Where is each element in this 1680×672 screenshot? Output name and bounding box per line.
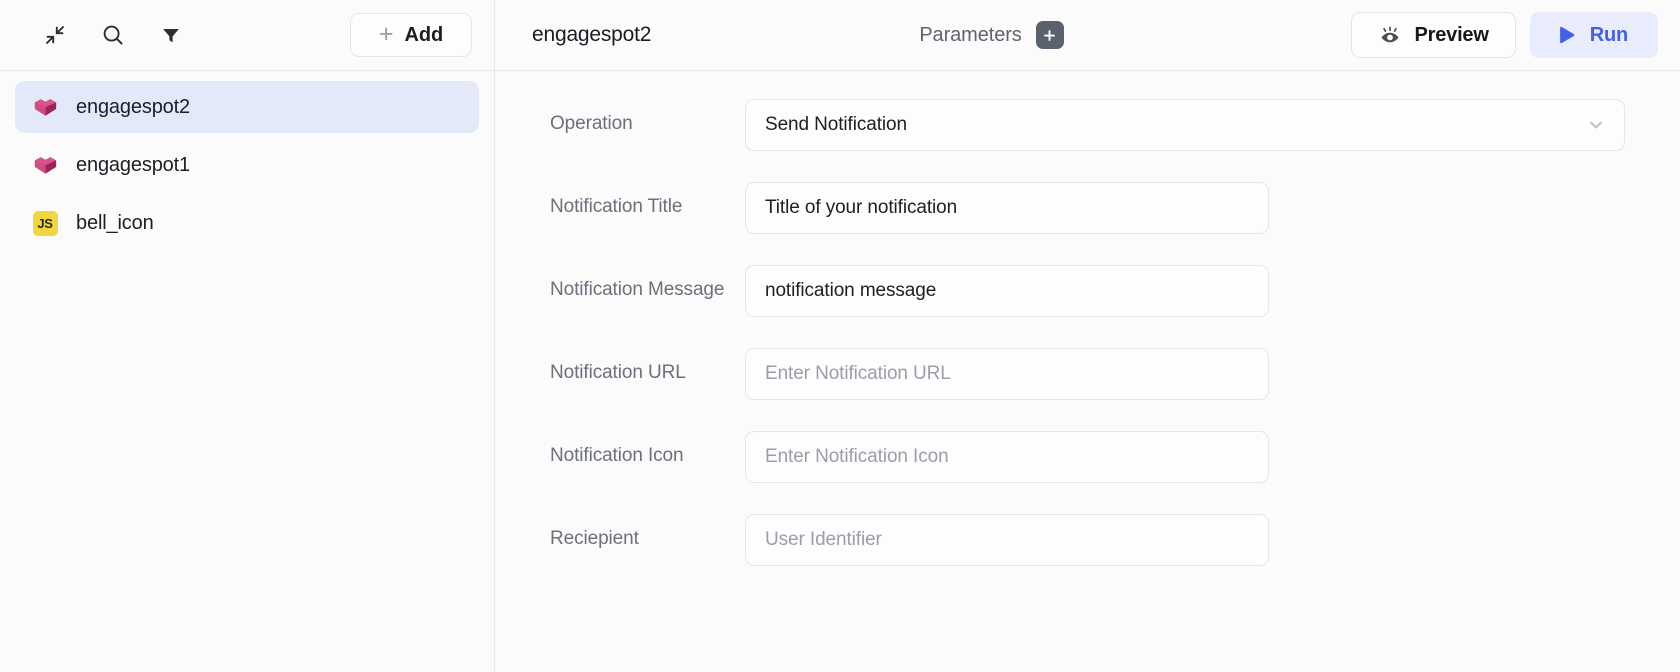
operation-label: Operation [550, 113, 633, 134]
operation-value: Send Notification [765, 114, 907, 135]
node-item-label: engagespot2 [76, 95, 191, 118]
reciepient-label: Reciepient [550, 528, 639, 549]
app-root: + Add engagespot2 engagespot1 JS bell_ic… [0, 0, 1680, 672]
node-list: engagespot2 engagespot1 JS bell_icon [0, 71, 494, 672]
filter-funnel-icon[interactable] [152, 16, 190, 54]
form-row-notification-icon: Notification Icon Enter Notification Ico… [495, 431, 1680, 483]
parameters-panel: engagespot2 Parameters Preview Run Opera… [495, 0, 1680, 672]
notification-url-placeholder: Enter Notification URL [765, 363, 951, 384]
chevron-down-icon[interactable] [1586, 115, 1606, 135]
reciepient-field-wrap: User Identifier [745, 514, 1269, 566]
notification-message-value: notification message [765, 280, 937, 301]
parameters-form: Operation Send Notification Notification… [495, 71, 1680, 672]
run-button[interactable]: Run [1529, 12, 1658, 58]
node-item-engagespot1[interactable]: engagespot1 [15, 139, 479, 191]
play-icon [1556, 24, 1577, 46]
reciepient-placeholder: User Identifier [765, 529, 882, 550]
eye-icon [1378, 24, 1402, 46]
nodes-toolbar: + Add [0, 0, 494, 71]
notification-url-input[interactable]: Enter Notification URL [745, 348, 1269, 400]
page-title: engagespot2 [532, 23, 652, 46]
notification-title-field-wrap: Title of your notification [745, 182, 1269, 234]
notification-title-value: Title of your notification [765, 197, 958, 218]
add-plus-icon: + [378, 19, 394, 48]
notification-icon-field-wrap: Enter Notification Icon [745, 431, 1269, 483]
form-row-notification-url: Notification URL Enter Notification URL [495, 348, 1680, 400]
reciepient-input[interactable]: User Identifier [745, 514, 1269, 566]
node-item-bell-icon[interactable]: JS bell_icon [15, 197, 479, 249]
engagespot-logo-icon [31, 151, 59, 179]
preview-button[interactable]: Preview [1350, 12, 1516, 58]
add-button-label: Add [404, 23, 444, 46]
run-button-label: Run [1589, 23, 1628, 46]
add-button[interactable]: + Add [350, 13, 472, 57]
form-row-reciepient: Reciepient User Identifier [495, 514, 1680, 566]
notification-icon-placeholder: Enter Notification Icon [765, 446, 949, 467]
js-badge-icon: JS [31, 209, 59, 237]
notification-message-label: Notification Message [550, 279, 725, 300]
form-row-notification-message: Notification Message notification messag… [495, 265, 1680, 317]
js-badge-text: JS [32, 210, 58, 236]
header-actions: Preview Run [1350, 12, 1658, 58]
node-item-engagespot2[interactable]: engagespot2 [15, 81, 479, 133]
notification-icon-label: Notification Icon [550, 445, 684, 466]
add-parameter-button[interactable] [1035, 21, 1064, 49]
node-item-label: engagespot1 [76, 153, 191, 176]
engagespot-logo-icon [31, 93, 59, 121]
notification-message-field-wrap: notification message [745, 265, 1269, 317]
form-row-notification-title: Notification Title Title of your notific… [495, 182, 1680, 234]
operation-field-wrap: Send Notification [745, 99, 1625, 151]
preview-button-label: Preview [1414, 23, 1489, 46]
notification-message-input[interactable]: notification message [745, 265, 1269, 317]
parameters-label: Parameters [919, 23, 1022, 46]
notification-title-input[interactable]: Title of your notification [745, 182, 1269, 234]
parameters-header: engagespot2 Parameters Preview Run [495, 0, 1680, 71]
search-icon[interactable] [94, 16, 132, 54]
node-item-label: bell_icon [76, 211, 154, 234]
notification-url-label: Notification URL [550, 362, 686, 383]
nodes-panel: + Add engagespot2 engagespot1 JS bell_ic… [0, 0, 495, 672]
notification-title-label: Notification Title [550, 196, 683, 217]
notification-url-field-wrap: Enter Notification URL [745, 348, 1269, 400]
notification-icon-input[interactable]: Enter Notification Icon [745, 431, 1269, 483]
operation-select[interactable]: Send Notification [745, 99, 1625, 151]
form-row-operation: Operation Send Notification [495, 99, 1680, 151]
collapse-arrows-icon[interactable] [36, 16, 74, 54]
